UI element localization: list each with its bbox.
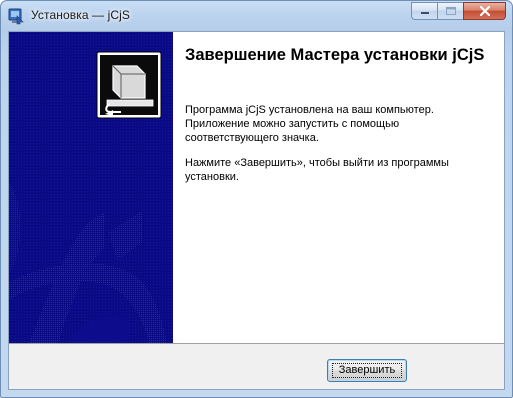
wizard-button-bar: Завершить bbox=[9, 343, 504, 389]
caption-buttons bbox=[411, 2, 506, 21]
minimize-button[interactable] bbox=[411, 2, 437, 20]
close-icon bbox=[479, 6, 490, 16]
installer-app-icon[interactable] bbox=[7, 7, 25, 25]
installer-computer-icon bbox=[96, 51, 162, 119]
wizard-client-area: Завершение Мастера установки jCjS Програ… bbox=[8, 31, 505, 390]
maximize-button[interactable] bbox=[437, 2, 463, 20]
installer-window: Установка — jCjS Завершение Мастера уста… bbox=[0, 0, 513, 398]
finish-button-label: Завершить bbox=[331, 363, 403, 378]
window-title: Установка — jCjS bbox=[31, 8, 130, 22]
wizard-paragraph-installed: Программа jCjS установлена на ваш компью… bbox=[185, 104, 434, 144]
wizard-content: Завершение Мастера установки jCjS Програ… bbox=[173, 32, 504, 343]
finish-button[interactable]: Завершить bbox=[327, 359, 407, 382]
wizard-side-image bbox=[9, 32, 173, 343]
wizard-paragraph-finish-hint: Нажмите «Завершить», чтобы выйти из прог… bbox=[185, 157, 449, 183]
close-button[interactable] bbox=[463, 2, 506, 20]
minimize-icon bbox=[420, 12, 429, 14]
maximize-icon bbox=[445, 7, 456, 15]
wizard-heading: Завершение Мастера установки jCjS bbox=[185, 46, 485, 64]
title-bar[interactable]: Установка — jCjS bbox=[1, 1, 512, 31]
